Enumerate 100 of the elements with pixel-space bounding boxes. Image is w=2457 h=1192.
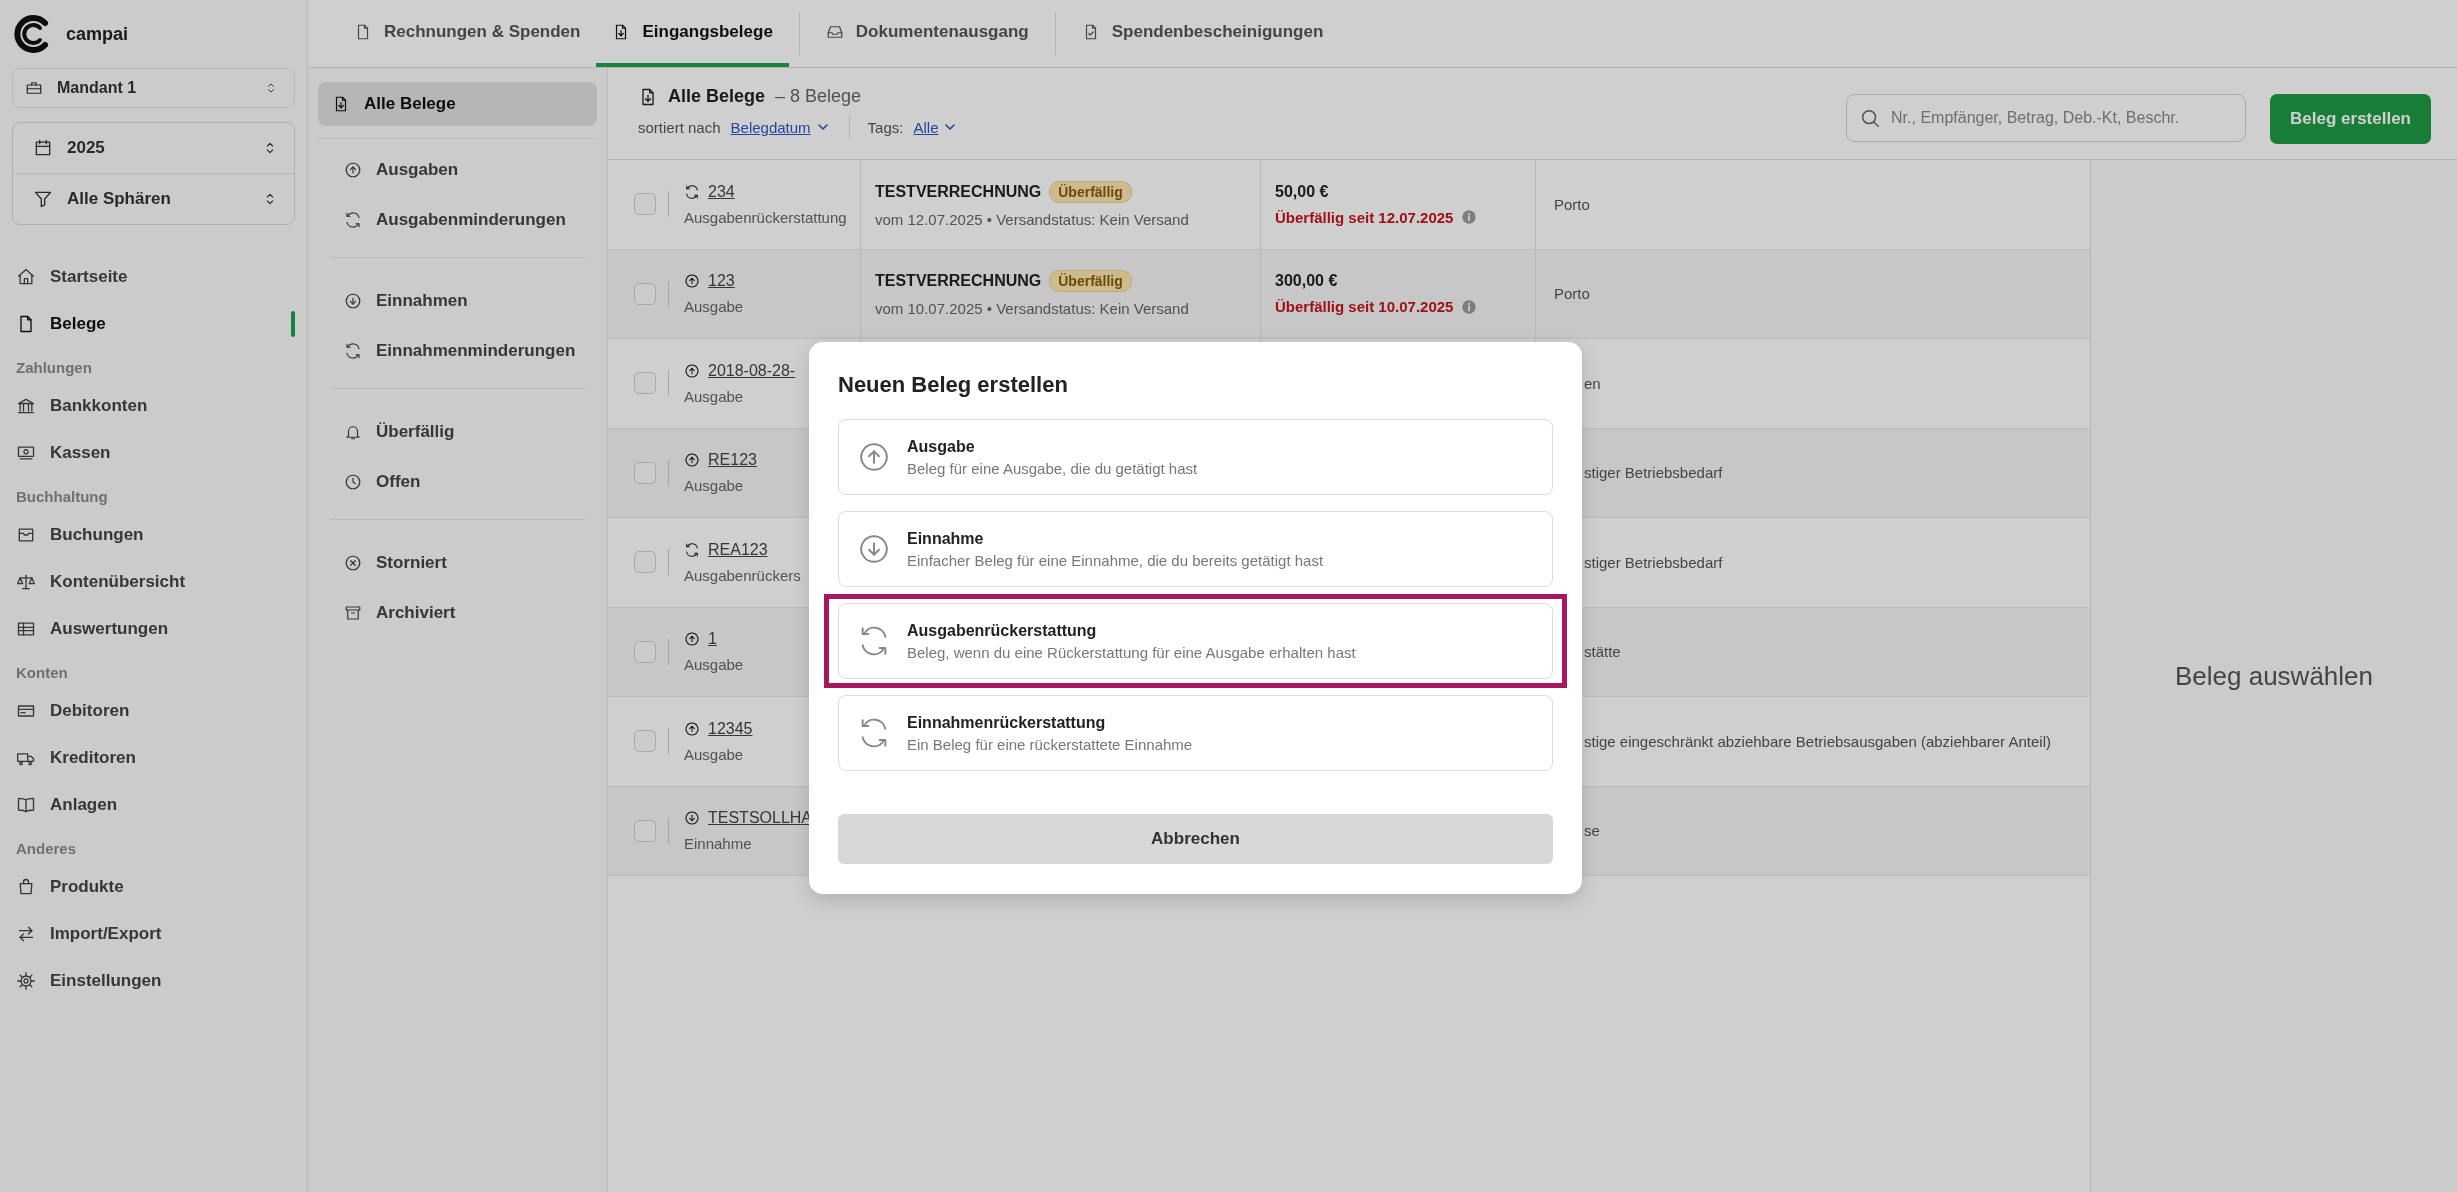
overdue-text: Überfällig seit 12.07.2025 [1275, 208, 1454, 226]
receipt-type: Ausgabe [684, 745, 745, 763]
receipt-type: Ausgabe [684, 656, 745, 674]
receipt-number-link[interactable]: 234 [708, 182, 735, 201]
receipt-number-link[interactable]: TESTSOLLHA [708, 809, 813, 828]
briefcase-icon [25, 79, 43, 97]
dialog-title: Neuen Beleg erstellen [838, 372, 1069, 398]
receipt-type-option[interactable]: Einnahme Einfacher Beleg für eine Einnahme, die du bereits getätigt hast [838, 511, 1553, 587]
filter-item[interactable]: Archiviert [330, 588, 585, 638]
sidebar-item[interactable]: Import/Export [12, 910, 295, 957]
sidebar-item[interactable]: Kontenübersicht [12, 558, 295, 605]
row-checkbox[interactable] [634, 551, 656, 574]
filter-item[interactable]: Ausgabenminderungen [330, 195, 585, 245]
arrow-up-circle-icon [684, 452, 700, 469]
settings-icon [16, 970, 36, 991]
row-checkbox[interactable] [634, 819, 656, 842]
receipt-number-link[interactable]: RE123 [708, 451, 757, 470]
tags-label: Tags: [867, 118, 904, 136]
receipt-type-option[interactable]: Ausgabenrückerstattung Beleg, wenn du eine Rückerstattung für eine Ausgabe erhalten hast [838, 603, 1553, 679]
bell-icon [344, 423, 362, 441]
refresh-icon [684, 183, 700, 200]
search-icon [1859, 107, 1882, 129]
receipt-type: Ausgabe [684, 477, 745, 495]
sidebar-item[interactable]: Kreditoren [12, 734, 295, 781]
row-checkbox[interactable] [634, 461, 656, 484]
list-title: Alle Belege [668, 86, 766, 107]
tab[interactable]: Dokumentenausgang [809, 0, 1045, 67]
receipt-meta: vom 10.07.2025 • Versandstatus: Kein Versand [875, 300, 1190, 318]
sidebar-item[interactable]: Buchungen [12, 511, 295, 558]
receipt-type: Ausgabenrückerstattung [684, 208, 848, 226]
status-badge: Überfällig [1049, 270, 1132, 293]
search-field[interactable]: Nr., Empfänger, Betrag, Deb.-Kt, Beschr. [1846, 94, 2247, 142]
cancel-button[interactable]: Abbrechen [838, 814, 1553, 864]
sidebar-item[interactable]: Debitoren [12, 687, 295, 734]
receipt-number-link[interactable]: 12345 [708, 719, 753, 738]
tab[interactable]: Eingangsbelege [596, 0, 789, 67]
client-select[interactable]: Mandant 1 [12, 68, 295, 108]
arrow-up-circle-icon [684, 273, 700, 290]
tab[interactable]: Spendenbescheinigungen [1065, 0, 1340, 67]
sidebar-item[interactable]: Einstellungen [12, 957, 295, 1004]
filter-item[interactable]: Ausgaben [330, 145, 585, 195]
receipt-number-link[interactable]: REA123 [708, 540, 768, 559]
sort-dropdown[interactable]: Belegdatum [730, 118, 831, 136]
receipt-type-option[interactable]: Ausgabe Beleg für eine Ausgabe, die du getätigt hast [838, 419, 1553, 495]
arrow-down-circle-icon [684, 810, 700, 827]
sidebar-item[interactable]: Belege [12, 300, 295, 347]
receipt-type: Einnahme [684, 835, 753, 853]
status-badge: Überfällig [1049, 180, 1132, 203]
filter-item[interactable]: Einnahmenminderungen [330, 326, 585, 376]
sidebar-item[interactable]: Anlagen [12, 781, 295, 828]
row-checkbox[interactable] [634, 730, 656, 753]
receipt-description: stätte [1584, 643, 1621, 661]
filter-icon [33, 189, 53, 209]
row-checkbox[interactable] [634, 193, 656, 216]
filter-item[interactable]: Storniert [330, 538, 585, 588]
sidebar-item[interactable]: Bankkonten [12, 382, 295, 429]
row-checkbox[interactable] [634, 282, 656, 305]
receipt-number-link[interactable]: 123 [708, 272, 735, 291]
nav-section-heading: Konten [15, 663, 69, 683]
receipt-title: TESTVERRECHNUNG [875, 182, 1042, 201]
filter-item[interactable]: Alle Belege [318, 82, 597, 126]
info-icon [1461, 298, 1478, 315]
year-select[interactable]: 2025 [13, 123, 294, 173]
sidebar-item[interactable]: Produkte [12, 863, 295, 910]
receipt-number-link[interactable]: 2018-08-28- [708, 361, 796, 380]
arrow-up-circle-icon [684, 631, 700, 648]
filter-item[interactable]: Überfällig [330, 407, 585, 457]
sphere-select[interactable]: Alle Sphären [13, 173, 294, 224]
brand-name: campai [66, 23, 129, 45]
receipt-description: stiger Betriebsbedarf [1584, 553, 1723, 571]
receipt-description: se [1584, 822, 1600, 840]
sidebar-item[interactable]: Auswertungen [12, 605, 295, 652]
row-checkbox[interactable] [634, 372, 656, 395]
arrow-up-circle-icon [344, 161, 362, 179]
refresh-icon [344, 342, 362, 360]
amount: 300,00 € [1275, 272, 1339, 291]
sidebar-item[interactable]: Kassen [12, 429, 295, 476]
receipt-description: stige eingeschränkt abziehbare Betriebsausgaben (abziehbarer Anteil) [1584, 732, 2051, 750]
receipt-number-link[interactable]: 1 [708, 630, 717, 649]
filter-item[interactable]: Offen [330, 457, 585, 507]
tab[interactable]: Rechnungen & Spenden [338, 0, 597, 67]
row-checkbox[interactable] [634, 640, 656, 663]
receipt-description: en [1584, 374, 1601, 392]
sort-label: sortiert nach [638, 118, 721, 136]
list-count: – 8 Belege [775, 86, 862, 107]
arrow-down-circle-icon [344, 292, 362, 310]
receipt-description: Porto [1554, 285, 1590, 303]
filter-item[interactable]: Einnahmen [330, 276, 585, 326]
sidebar-item[interactable]: Startseite [12, 253, 295, 300]
house-icon [16, 266, 36, 287]
receipt-meta: vom 12.07.2025 • Versandstatus: Kein Versand [875, 210, 1190, 228]
nav-section-heading: Zahlungen [15, 358, 93, 378]
tags-dropdown[interactable]: Alle [913, 118, 959, 136]
refresh-icon [344, 211, 362, 229]
receipt-type: Ausgabe [684, 298, 745, 316]
arrow-up-circle-icon [684, 362, 700, 379]
amount: 50,00 € [1275, 182, 1330, 201]
empty-detail-text: Beleg auswählen [2174, 660, 2373, 692]
receipt-type: Ausgabe [684, 387, 745, 405]
receipt-type-option[interactable]: Einnahmenrückerstattung Ein Beleg für eine rückerstattete Einnahme [838, 695, 1553, 771]
